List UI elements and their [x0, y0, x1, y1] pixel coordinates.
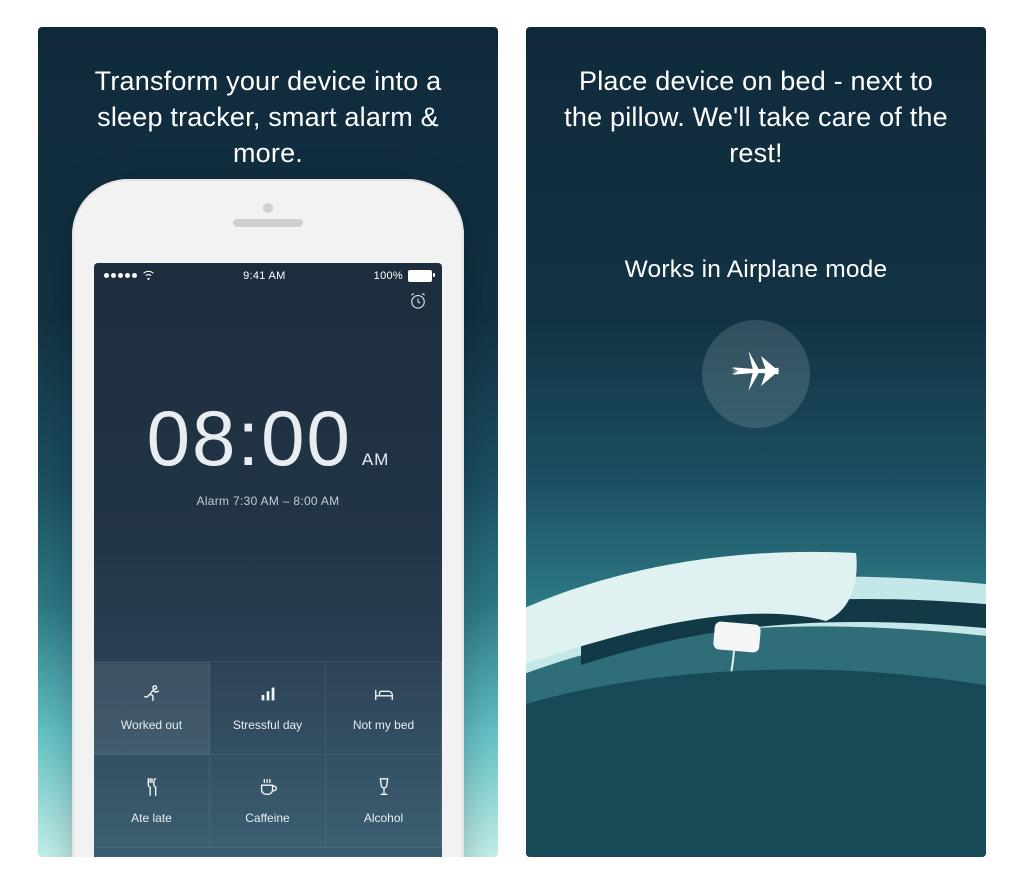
tag-stressful-day[interactable]: Stressful day	[210, 662, 326, 755]
promo-panel-right: Place device on bed - next to the pillow…	[526, 27, 986, 857]
tag-label: Stressful day	[233, 718, 302, 732]
airplane-badge	[702, 320, 810, 428]
tag-not-my-bed[interactable]: Not my bed	[326, 662, 442, 755]
bars-icon	[257, 683, 279, 708]
battery-label: 100%	[374, 270, 403, 282]
wifi-icon	[142, 268, 155, 284]
alarm-ampm: AM	[362, 450, 390, 470]
app-screen: 9:41 AM 100% 08:00 AM Al	[94, 263, 442, 857]
cutlery-icon	[141, 776, 163, 801]
coffee-icon	[257, 776, 279, 801]
signal-dots-icon	[104, 273, 137, 278]
alarm-clock[interactable]: 08:00 AM Alarm 7:30 AM – 8:00 AM	[94, 393, 442, 508]
phone-camera	[263, 203, 273, 213]
airplane-icon	[726, 341, 786, 406]
tag-ate-late[interactable]: Ate late	[94, 755, 210, 848]
phone-mockup: 9:41 AM 100% 08:00 AM Al	[72, 179, 464, 857]
promo-heading: Transform your device into a sleep track…	[38, 27, 498, 172]
bed-illustration	[526, 517, 986, 857]
tag-label: Worked out	[121, 718, 182, 732]
statusbar-time: 9:41 AM	[243, 270, 285, 282]
tag-worked-out[interactable]: Worked out	[94, 662, 210, 755]
tag-label: Not my bed	[353, 718, 414, 732]
promo-panel-left: Transform your device into a sleep track…	[38, 27, 498, 857]
tag-alcohol[interactable]: Alcohol	[326, 755, 442, 848]
running-icon	[141, 683, 163, 708]
wine-icon	[373, 776, 395, 801]
tag-label: Caffeine	[245, 811, 289, 825]
ios-status-bar: 9:41 AM 100%	[94, 263, 442, 287]
alarm-time: 08:00	[147, 393, 352, 484]
airplane-mode-text: Works in Airplane mode	[526, 256, 986, 284]
alarm-icon[interactable]	[408, 291, 428, 316]
tag-label: Ate late	[131, 811, 172, 825]
tag-label: Alcohol	[364, 811, 403, 825]
battery-icon	[408, 270, 432, 282]
sleep-notes-grid: Worked out Stressful day Not my bed Ate lat…	[94, 661, 442, 846]
bed-icon	[373, 683, 395, 708]
promo-heading: Place device on bed - next to the pillow…	[526, 27, 986, 172]
tag-caffeine[interactable]: Caffeine	[210, 755, 326, 848]
phone-speaker	[233, 219, 303, 227]
alarm-range: Alarm 7:30 AM – 8:00 AM	[94, 494, 442, 508]
